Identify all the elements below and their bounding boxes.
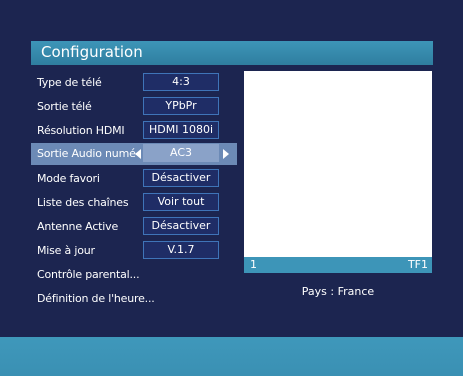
menu-item-time-setting[interactable]: Définition de l'heure... — [31, 288, 237, 310]
menu-item-favorite-mode[interactable]: Mode favori Désactiver — [31, 168, 237, 190]
arrow-right-icon[interactable] — [223, 149, 229, 159]
menu-item-digital-audio-output[interactable]: Sortie Audio numé AC3 — [31, 143, 237, 165]
menu-item-tv-output[interactable]: Sortie télé YPbPr — [31, 96, 237, 118]
menu-item-value[interactable]: YPbPr — [143, 97, 219, 115]
menu-item-label: Type de télé — [37, 76, 102, 89]
page-title: Configuration — [41, 43, 143, 61]
menu-item-label: Mise à jour — [37, 244, 95, 257]
menu-item-label: Liste des chaînes — [37, 196, 129, 209]
menu-item-label: Mode favori — [37, 172, 100, 185]
channel-name: TF1 — [407, 258, 428, 271]
menu-item-update[interactable]: Mise à jour V.1.7 — [31, 240, 237, 262]
menu-item-label: Contrôle parental... — [37, 268, 140, 281]
menu-item-value[interactable]: AC3 — [143, 144, 219, 162]
menu-item-active-antenna[interactable]: Antenne Active Désactiver — [31, 216, 237, 238]
menu-item-channel-list[interactable]: Liste des chaînes Voir tout — [31, 192, 237, 214]
settings-screen: Configuration Type de télé 4:3 Sortie té… — [0, 0, 463, 376]
menu-item-value[interactable]: V.1.7 — [143, 241, 219, 259]
menu-item-value[interactable]: Désactiver — [143, 169, 219, 187]
menu-item-parental-control[interactable]: Contrôle parental... — [31, 264, 237, 286]
menu-item-value[interactable]: Voir tout — [143, 193, 219, 211]
menu-item-value[interactable]: Désactiver — [143, 217, 219, 235]
menu-item-label: Sortie Audio numé — [37, 147, 136, 160]
menu-item-label: Définition de l'heure... — [37, 292, 155, 305]
menu-item-label: Antenne Active — [37, 220, 119, 233]
title-bar: Configuration — [31, 41, 433, 65]
arrow-left-icon[interactable] — [135, 149, 141, 159]
menu-item-value[interactable]: 4:3 — [143, 73, 219, 91]
channel-info-bar: 1 TF1 — [244, 257, 432, 273]
channel-number: 1 — [250, 258, 257, 271]
menu-item-label: Sortie télé — [37, 100, 92, 113]
bottom-bar — [0, 337, 463, 376]
menu-item-tv-type[interactable]: Type de télé 4:3 — [31, 72, 237, 94]
video-preview — [244, 71, 432, 257]
menu-item-label: Résolution HDMI — [37, 124, 125, 137]
menu-item-hdmi-resolution[interactable]: Résolution HDMI HDMI 1080i — [31, 120, 237, 142]
country-label: Pays : France — [301, 285, 375, 298]
menu-item-value[interactable]: HDMI 1080i — [143, 121, 219, 139]
